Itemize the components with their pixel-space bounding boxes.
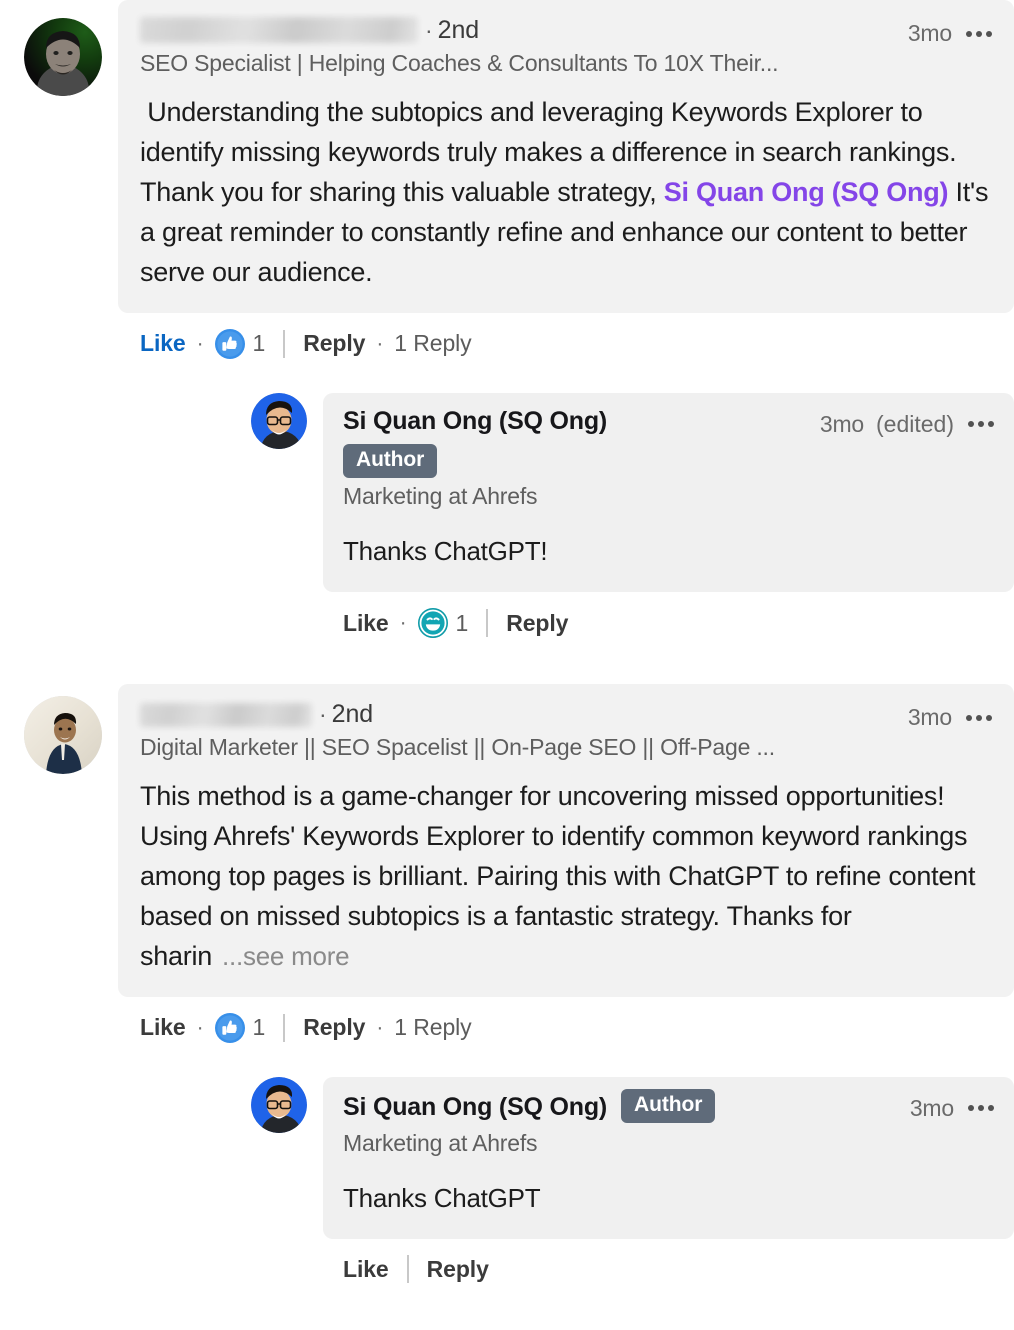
ellipsis-icon[interactable] [964, 29, 992, 39]
reply-header: Si Quan Ong (SQ Ong) Author Marketing at… [343, 1088, 994, 1157]
separator-dot: · [376, 331, 384, 355]
reply-content: Si Quan Ong (SQ Ong) Author Marketing at… [323, 392, 1014, 639]
mention-link[interactable]: Si Quan Ong (SQ Ong) [664, 177, 949, 207]
profile-photo-commenter-one [24, 18, 102, 96]
thumbs-up-icon [214, 1012, 245, 1043]
author-badge: Author [621, 1088, 716, 1123]
commenter-headline: SEO Specialist | Helping Coaches & Consu… [140, 49, 779, 76]
comment-timestamp: 3mo [907, 20, 952, 46]
reply-button[interactable]: Reply [303, 330, 365, 357]
reaction-summary[interactable]: 1 [214, 328, 266, 359]
avatar[interactable] [251, 392, 307, 449]
funny-face-icon [417, 608, 448, 639]
replier-headline: Marketing at Ahrefs [343, 482, 538, 509]
reply-bubble: Si Quan Ong (SQ Ong) Author Marketing at… [323, 1076, 1014, 1240]
connection-degree: 2nd [437, 16, 480, 44]
replier-name-line: Si Quan Ong (SQ Ong) Author [343, 1088, 716, 1125]
replier-name[interactable]: Si Quan Ong (SQ Ong) [343, 1093, 607, 1122]
avatar[interactable] [24, 696, 102, 775]
reply-timestamp: 3mo [909, 1094, 954, 1121]
thumbs-up-icon [214, 328, 245, 359]
replier-identity: Si Quan Ong (SQ Ong) Author Marketing at… [343, 407, 607, 510]
profile-photo-si-quan-ong [251, 392, 307, 449]
profile-photo-commenter-two [24, 696, 102, 775]
comment-text: This method is a game-changer for uncove… [140, 777, 992, 977]
comment-meta: 3mo [908, 16, 992, 47]
reply-text: Thanks ChatGPT [343, 1182, 541, 1213]
comment-header: · 2nd Digital Marketer || SEO Spacelist … [140, 700, 992, 761]
reply-action-bar: Like Reply [323, 1239, 1014, 1284]
reaction-count: 1 [252, 1014, 266, 1041]
avatar[interactable] [251, 1076, 307, 1133]
like-button[interactable]: Like [343, 1256, 389, 1283]
see-more-link[interactable]: ...see more [212, 941, 350, 971]
comment-thread-1: · 2nd SEO Specialist | Helping Coaches &… [0, 0, 1014, 639]
action-divider [283, 1013, 286, 1042]
reply-button[interactable]: Reply [506, 610, 568, 637]
comments-feed: · 2nd SEO Specialist | Helping Coaches &… [0, 0, 1014, 1330]
comment-action-bar: Like · 1 Reply · 1 Reply [118, 997, 1014, 1043]
comment-action-bar: Like · 1 Reply · 1 Reply [118, 313, 1014, 359]
commenter-name-line[interactable]: · 2nd [140, 16, 778, 45]
reaction-count: 1 [252, 330, 266, 357]
reaction-count: 1 [455, 609, 469, 636]
separator-dot: · [196, 1015, 204, 1039]
name-separator: · [319, 701, 327, 728]
comment-header: · 2nd SEO Specialist | Helping Coaches &… [140, 16, 992, 77]
replies-count[interactable]: 1 Reply [394, 1014, 471, 1041]
replier-headline: Marketing at Ahrefs [343, 1129, 538, 1156]
avatar[interactable] [24, 18, 102, 96]
ellipsis-icon[interactable] [966, 1103, 994, 1113]
reaction-summary[interactable]: 1 [417, 608, 469, 639]
reply-meta: 3mo (edited) [820, 407, 994, 438]
reply-button[interactable]: Reply [427, 1256, 489, 1283]
reply-content: Si Quan Ong (SQ Ong) Author Marketing at… [323, 1076, 1014, 1284]
separator-dot: · [399, 611, 407, 635]
reply-text: Thanks ChatGPT! [343, 535, 548, 566]
comment-bubble: · 2nd Digital Marketer || SEO Spacelist … [118, 684, 1014, 997]
comment-meta: 3mo [908, 700, 992, 731]
reply-bubble: Si Quan Ong (SQ Ong) Author Marketing at… [323, 392, 1014, 593]
thread-spacer [0, 638, 1014, 684]
reply-thread: Si Quan Ong (SQ Ong) Author Marketing at… [251, 392, 1014, 639]
reaction-summary[interactable]: 1 [214, 1012, 266, 1043]
replier-identity: Si Quan Ong (SQ Ong) Author Marketing at… [343, 1088, 716, 1157]
commenter-identity: · 2nd Digital Marketer || SEO Spacelist … [140, 700, 775, 761]
redacted-name [140, 702, 312, 727]
separator-dot: · [376, 1015, 384, 1039]
action-divider [486, 609, 489, 638]
ellipsis-icon[interactable] [966, 419, 994, 429]
author-badge: Author [343, 443, 438, 478]
commenter-name-line[interactable]: · 2nd [140, 700, 775, 729]
reply-button[interactable]: Reply [303, 1014, 365, 1041]
redacted-name [140, 17, 418, 44]
action-divider [283, 329, 286, 358]
commenter-identity: · 2nd SEO Specialist | Helping Coaches &… [140, 16, 778, 77]
replier-name[interactable]: Si Quan Ong (SQ Ong) [343, 407, 607, 436]
like-button[interactable]: Like [140, 1014, 186, 1041]
reply-action-bar: Like · 1 Reply [323, 592, 1014, 639]
commenter-headline: Digital Marketer || SEO Spacelist || On-… [140, 733, 775, 760]
comment-bubble: · 2nd SEO Specialist | Helping Coaches &… [118, 0, 1014, 313]
comment-text: Understanding the subtopics and leveragi… [140, 93, 992, 293]
reply-meta: 3mo [910, 1091, 994, 1122]
like-button[interactable]: Like [343, 610, 389, 637]
action-divider [406, 1255, 409, 1284]
profile-photo-si-quan-ong [251, 1076, 307, 1133]
ellipsis-icon[interactable] [964, 713, 992, 723]
name-separator: · [425, 17, 433, 44]
separator-dot: · [196, 331, 204, 355]
reply-timestamp: 3mo [819, 410, 865, 437]
comment-thread-2: · 2nd Digital Marketer || SEO Spacelist … [0, 684, 1014, 1284]
reply-header: Si Quan Ong (SQ Ong) Author Marketing at… [343, 407, 994, 510]
comment-timestamp: 3mo [907, 704, 952, 731]
replies-count[interactable]: 1 Reply [394, 330, 471, 357]
like-button[interactable]: Like [140, 330, 186, 357]
reply-thread: Si Quan Ong (SQ Ong) Author Marketing at… [251, 1076, 1014, 1284]
connection-degree: 2nd [331, 700, 374, 729]
edited-label: (edited) [876, 410, 954, 437]
